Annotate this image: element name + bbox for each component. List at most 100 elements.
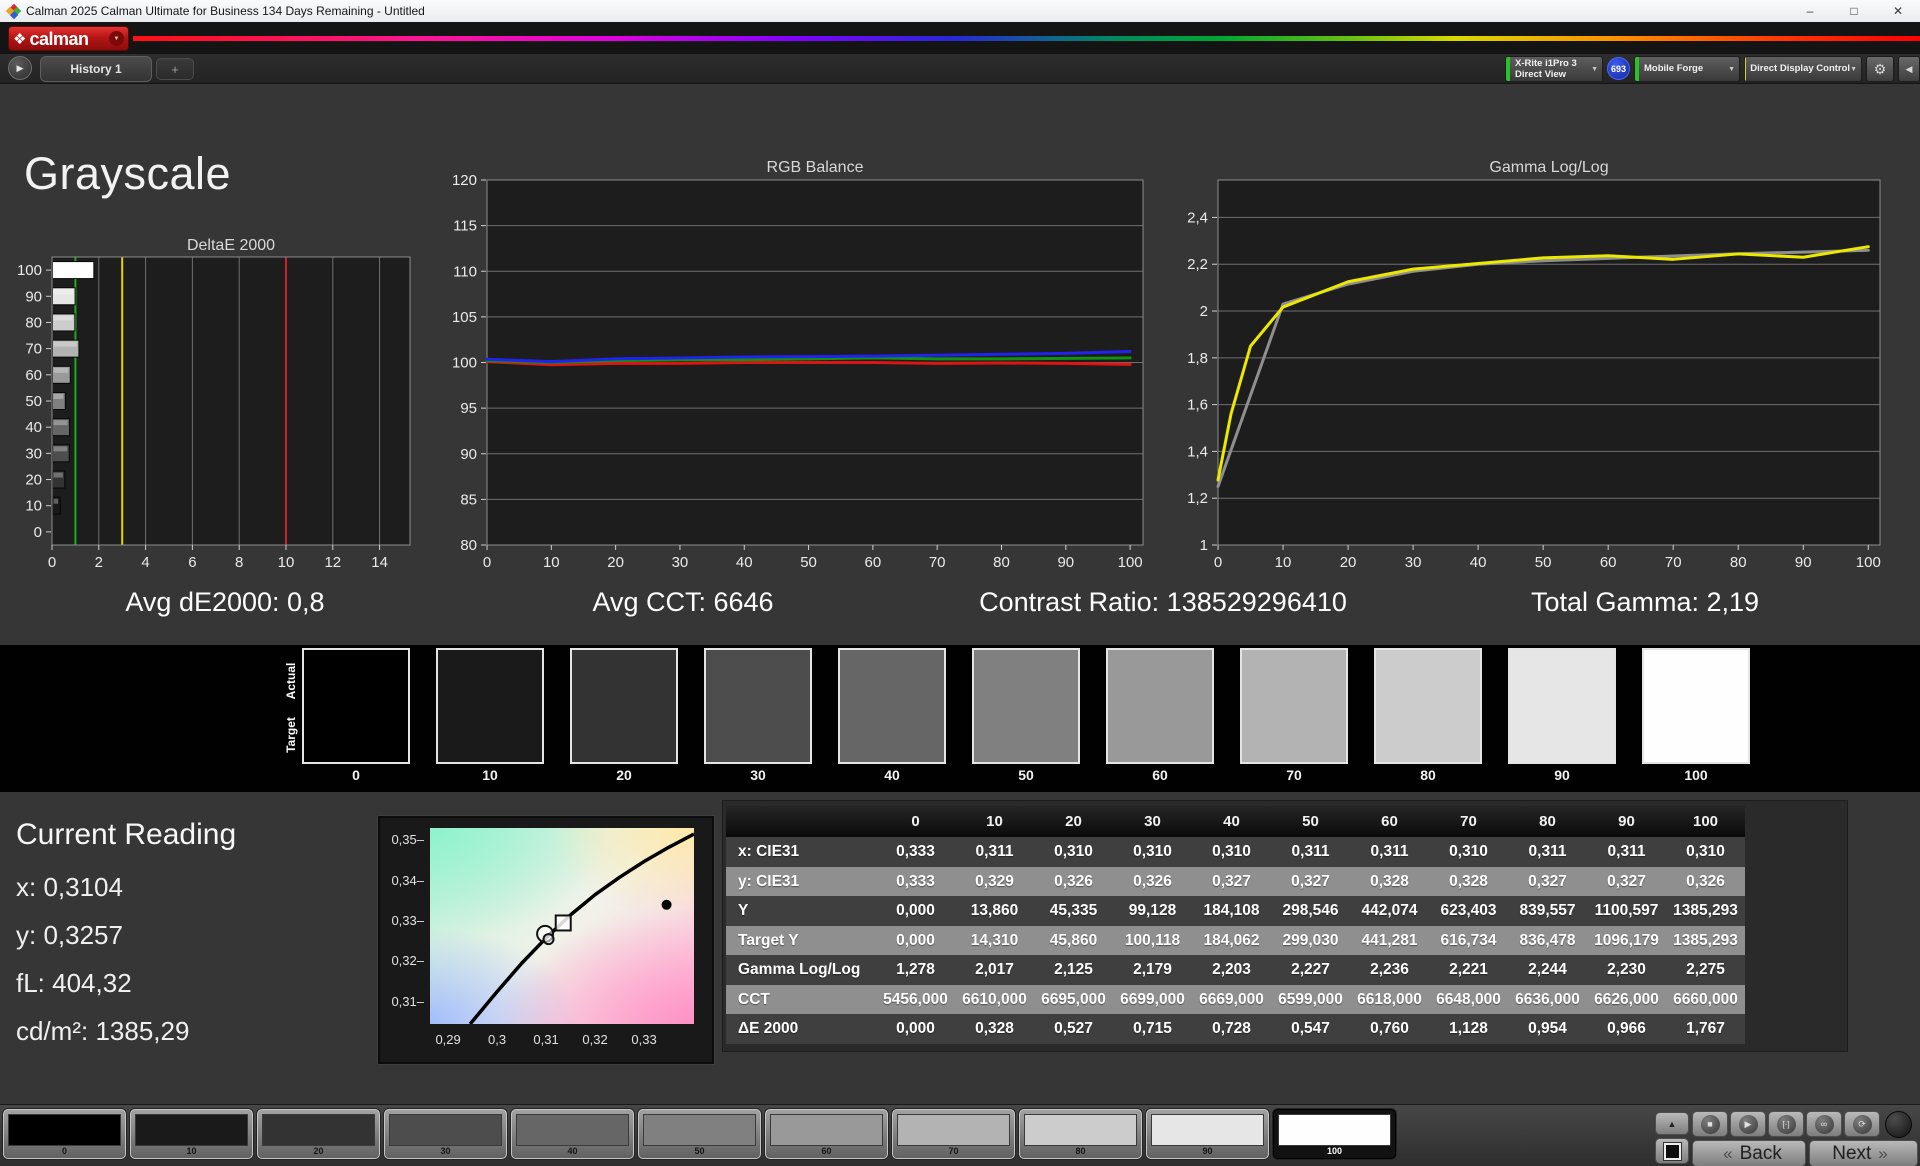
maximize-button[interactable]: □: [1832, 0, 1876, 22]
patch-swatch: [262, 1114, 375, 1146]
svg-text:100: 100: [1118, 554, 1143, 571]
stat-avg-cct: Avg CCT: 6646: [450, 584, 916, 620]
strip-swatch-label: 60: [1106, 767, 1214, 787]
loop-measure-button[interactable]: ⟳: [1844, 1111, 1880, 1137]
grayscale-patch-button-70[interactable]: 70: [892, 1109, 1015, 1159]
strip-swatch-label: 50: [972, 767, 1080, 787]
cie-y-tick: 0,35–: [384, 832, 424, 847]
minimize-icon: –: [1807, 4, 1814, 18]
svg-text:30: 30: [1405, 554, 1422, 571]
grayscale-patch-button-50[interactable]: 50: [638, 1109, 761, 1159]
table-corner-cell: [726, 806, 876, 837]
back-label: Back: [1740, 1143, 1782, 1165]
read-continuous-button[interactable]: ∞: [1806, 1111, 1842, 1137]
grayscale-patch-button-20[interactable]: 20: [257, 1109, 380, 1159]
svg-text:90: 90: [460, 446, 477, 463]
cie-x-tick: 0,29: [426, 1032, 470, 1047]
table-cell: 0,311: [1350, 837, 1429, 867]
add-tab-button[interactable]: +: [156, 58, 194, 80]
next-button[interactable]: Next »: [1809, 1140, 1918, 1166]
source-dropdown[interactable]: Mobile Forge ▼: [1634, 56, 1740, 82]
cie-y-tick: 0,34–: [384, 873, 424, 888]
close-button[interactable]: ✕: [1876, 0, 1920, 22]
table-cell: 0,311: [1508, 837, 1587, 867]
settings-button[interactable]: ⚙: [1866, 56, 1894, 82]
cie-x-tick: 0,31: [524, 1032, 568, 1047]
svg-text:80: 80: [993, 554, 1010, 571]
grayscale-patch-button-10[interactable]: 10: [130, 1109, 253, 1159]
table-cell: 0,311: [1271, 837, 1350, 867]
maximize-icon: □: [1850, 4, 1857, 18]
table-cell: 298,546: [1271, 896, 1350, 926]
window-titlebar: Calman 2025 Calman Ultimate for Business…: [0, 0, 1920, 22]
grayscale-patch-button-90[interactable]: 90: [1146, 1109, 1269, 1159]
table-cell: 0,715: [1113, 1014, 1192, 1044]
calman-menu-caret[interactable]: ▼: [109, 31, 124, 46]
svg-text:70: 70: [929, 554, 946, 571]
grayscale-patch-button-30[interactable]: 30: [384, 1109, 507, 1159]
minimize-button[interactable]: –: [1788, 0, 1832, 22]
strip-swatch-40: [838, 648, 946, 764]
table-cell: 2,017: [955, 955, 1034, 985]
grayscale-patch-button-60[interactable]: 60: [765, 1109, 888, 1159]
strip-swatch-label: 70: [1240, 767, 1348, 787]
stop-measure-button[interactable]: ■: [1692, 1111, 1728, 1137]
svg-text:90: 90: [1057, 554, 1074, 571]
table-cell: 6695,000: [1034, 985, 1113, 1015]
meter-dropdown[interactable]: X-Rite i1Pro 3Direct View ▼: [1505, 56, 1603, 82]
table-cell: 6626,000: [1587, 985, 1666, 1015]
svg-text:115: 115: [453, 218, 477, 235]
svg-text:100: 100: [17, 262, 42, 279]
svg-text:50: 50: [25, 393, 42, 410]
svg-text:10: 10: [25, 498, 42, 515]
table-cell: 2,179: [1113, 955, 1192, 985]
table-cell: 0,327: [1508, 867, 1587, 897]
table-cell: 441,281: [1350, 926, 1429, 956]
read-series-button[interactable]: [·]: [1768, 1111, 1804, 1137]
table-cell: 0,328: [1429, 867, 1508, 897]
svg-text:10: 10: [1275, 554, 1292, 571]
table-cell: 0,327: [1587, 867, 1666, 897]
display-control-label: Direct Display Control: [1750, 63, 1850, 74]
patch-swatch: [516, 1114, 629, 1146]
stat-avg-de2000: Avg dE2000: 0,8: [0, 584, 450, 620]
collapse-panel-button[interactable]: ◀: [1898, 56, 1920, 82]
back-button[interactable]: « Back: [1692, 1140, 1806, 1166]
grayscale-patch-button-80[interactable]: 80: [1019, 1109, 1142, 1159]
table-cell: 6618,000: [1350, 985, 1429, 1015]
calman-menu-button[interactable]: ❖ calman ▼: [8, 26, 129, 51]
grayscale-patch-button-100[interactable]: 100: [1273, 1109, 1396, 1159]
read-once-button[interactable]: ▶: [1730, 1111, 1766, 1137]
table-cell: 1385,293: [1666, 896, 1745, 926]
svg-text:10: 10: [543, 554, 560, 571]
close-icon: ✕: [1893, 4, 1903, 18]
display-control-dropdown[interactable]: Direct Display Control ▼: [1744, 56, 1862, 82]
table-cell: 1385,293: [1666, 926, 1745, 956]
cie-y-tick: 0,32–: [384, 953, 424, 968]
table-cell: 623,403: [1429, 896, 1508, 926]
workflow-play-button[interactable]: ▶: [8, 56, 32, 80]
calman-app-icon: [7, 5, 20, 18]
grayscale-swatch-strip: Actual Target 0102030405060708090100: [0, 645, 1920, 792]
svg-text:60: 60: [1600, 554, 1617, 571]
grayscale-patch-button-40[interactable]: 40: [511, 1109, 634, 1159]
svg-text:60: 60: [25, 367, 42, 384]
patch-label: 0: [4, 1146, 125, 1156]
loop-icon: ⟳: [1853, 1115, 1872, 1134]
svg-text:100: 100: [1856, 554, 1881, 571]
pattern-window-up-button[interactable]: ▲: [1655, 1112, 1689, 1135]
calman-app-window: Calman 2025 Calman Ultimate for Business…: [0, 0, 1920, 1166]
table-cell: 100,118: [1113, 926, 1192, 956]
patch-label: 20: [258, 1146, 379, 1156]
patch-label: 100: [1274, 1146, 1395, 1156]
table-cell: 45,860: [1034, 926, 1113, 956]
table-column-header: 0: [876, 806, 955, 837]
svg-text:10: 10: [278, 554, 295, 571]
play-icon: ▶: [1739, 1115, 1758, 1134]
reading-fl: fL: 404,32: [16, 968, 132, 999]
grayscale-patch-button-0[interactable]: 0: [3, 1109, 126, 1159]
svg-text:0: 0: [483, 554, 491, 571]
tab-history-1[interactable]: History 1: [40, 56, 152, 82]
svg-text:70: 70: [1665, 554, 1682, 571]
pattern-window-button[interactable]: [1655, 1138, 1689, 1164]
